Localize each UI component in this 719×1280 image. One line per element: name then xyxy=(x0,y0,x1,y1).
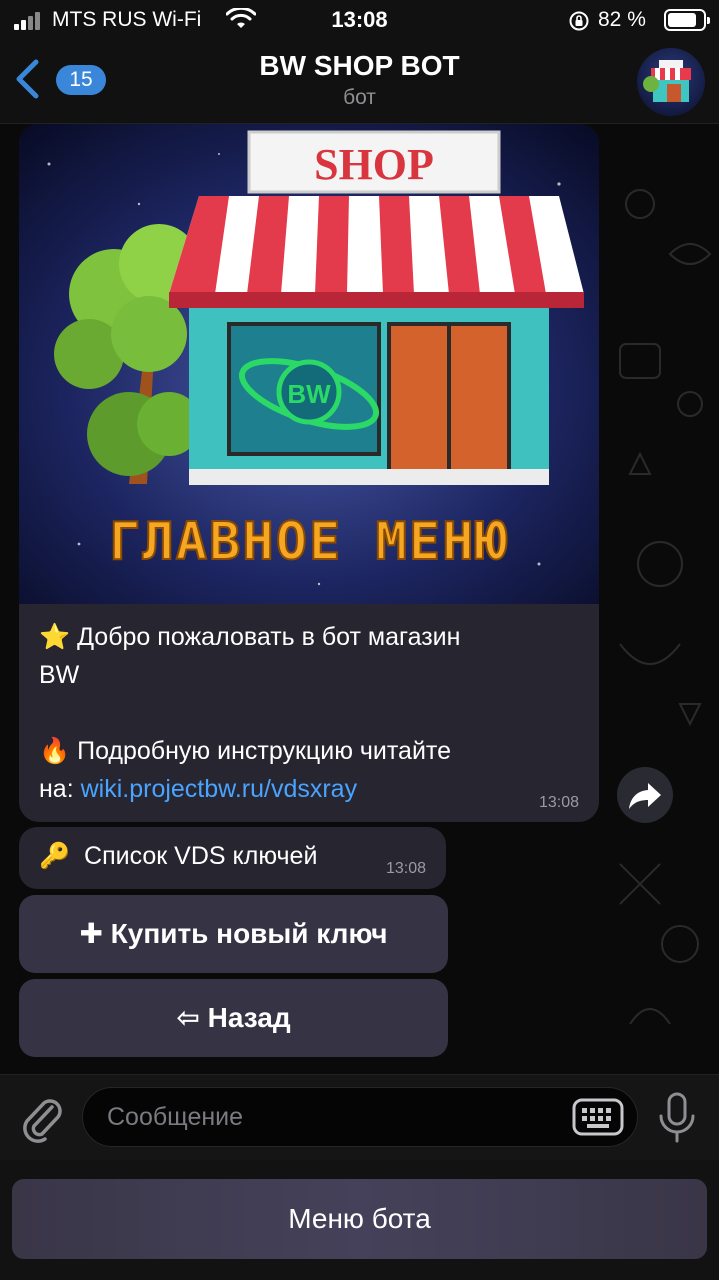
shop-sign-text: SHOP xyxy=(314,140,434,189)
chat-header: 15 BW SHOP BOT бот xyxy=(0,40,719,124)
chat-area[interactable]: SHOP BW ГЛАВНОЕ МЕНЮ ⭐ Добро пожаловать … xyxy=(0,124,719,1074)
message-line: ⭐ Добро пожаловать в бот магазин xyxy=(39,622,461,651)
battery-icon xyxy=(664,9,710,31)
back-menu-button[interactable]: ⇦ Назад xyxy=(19,979,448,1057)
banner-caption: ГЛАВНОЕ МЕНЮ xyxy=(109,512,509,572)
key-emoji: 🔑 xyxy=(39,841,71,870)
share-button[interactable] xyxy=(617,767,673,823)
bw-logo-text: BW xyxy=(287,379,331,409)
paperclip-icon[interactable] xyxy=(18,1093,64,1143)
message-input-bar xyxy=(0,1074,719,1160)
chat-title[interactable]: BW SHOP BOT xyxy=(150,50,569,82)
vds-keys-message: 🔑 Список VDS ключей 13:08 xyxy=(19,827,446,889)
unread-count-badge: 15 xyxy=(56,65,106,95)
message-line: BW xyxy=(39,661,80,689)
battery-percent: 82 % xyxy=(598,8,646,31)
instruction-link[interactable]: wiki.projectbw.ru/vdsxray xyxy=(81,775,357,803)
message-input[interactable] xyxy=(82,1087,638,1147)
microphone-icon[interactable] xyxy=(656,1091,698,1145)
status-bar: MTS RUS Wi-Fi 13:08 82 % xyxy=(0,0,719,40)
message-line: на: wiki.projectbw.ru/vdsxray xyxy=(39,775,358,803)
bot-menu-button[interactable]: Меню бота xyxy=(12,1179,707,1259)
vds-keys-text: Список VDS ключей xyxy=(84,842,318,870)
message-line xyxy=(39,694,579,732)
chat-subtitle: бот xyxy=(343,86,376,109)
bot-message-bubble: SHOP BW ГЛАВНОЕ МЕНЮ ⭐ Добро пожаловать … xyxy=(19,124,599,822)
back-chevron-icon xyxy=(16,59,39,99)
share-icon xyxy=(629,783,661,809)
keyboard-icon[interactable] xyxy=(572,1097,624,1137)
message-line: 🔥 Подробную инструкцию читайте xyxy=(39,736,451,765)
bot-avatar[interactable] xyxy=(637,48,705,116)
lock-rotation-icon xyxy=(569,11,589,31)
fire-emoji: 🔥 xyxy=(39,736,71,765)
shop-banner-image[interactable]: SHOP BW ГЛАВНОЕ МЕНЮ xyxy=(19,124,599,604)
star-emoji: ⭐ xyxy=(39,622,71,651)
doodle-background xyxy=(619,189,712,1025)
message-text: ⭐ Добро пожаловать в бот магазин BW 🔥 По… xyxy=(39,618,579,808)
message-timestamp: 13:08 xyxy=(385,860,426,877)
buy-new-key-button[interactable]: ✚ Купить новый ключ xyxy=(19,895,448,973)
message-timestamp: 13:08 xyxy=(538,794,579,811)
bot-menu-area: Меню бота xyxy=(0,1160,719,1280)
back-button[interactable]: 15 xyxy=(12,56,106,104)
